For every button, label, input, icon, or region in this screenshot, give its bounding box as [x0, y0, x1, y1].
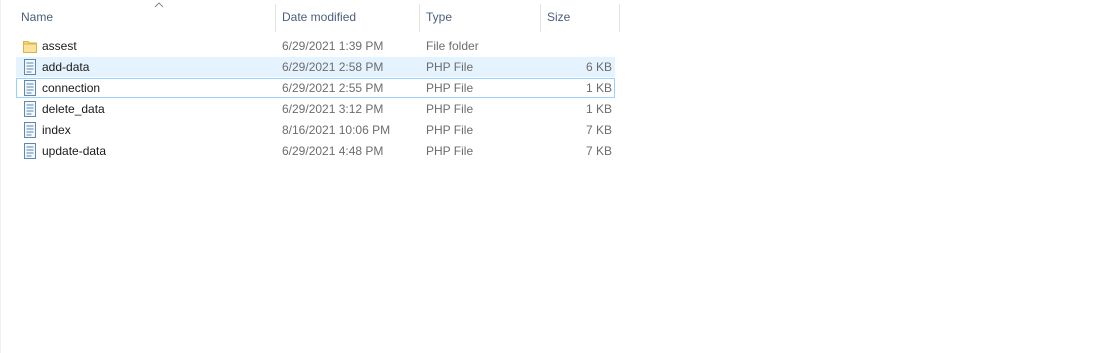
file-name: add-data — [42, 60, 90, 74]
column-header-size[interactable]: Size — [541, 0, 619, 35]
file-type: PHP File — [426, 102, 474, 116]
file-date-modified: 6/29/2021 1:39 PM — [282, 39, 384, 53]
column-header-row: Name Date modified Type Size — [1, 0, 621, 35]
php-file-icon — [24, 59, 36, 75]
file-size: 1 KB — [585, 81, 612, 95]
column-header-date-label: Date modified — [282, 10, 357, 24]
php-file-icon — [24, 80, 36, 96]
file-date-modified: 6/29/2021 2:58 PM — [282, 60, 384, 74]
file-type: PHP File — [426, 60, 474, 74]
file-row[interactable]: connection 6/29/2021 2:55 PM PHP File 1 KB — [16, 78, 615, 98]
column-divider[interactable] — [619, 4, 620, 32]
file-row[interactable]: assest 6/29/2021 1:39 PM File folder — [16, 36, 615, 56]
file-list-pane: Name Date modified Type Size assest 6/29/… — [0, 0, 1115, 353]
column-header-date-modified[interactable]: Date modified — [276, 0, 419, 35]
file-size: 6 KB — [585, 60, 612, 74]
file-date-modified: 6/29/2021 3:12 PM — [282, 102, 384, 116]
file-size: 1 KB — [585, 102, 612, 116]
file-date-modified: 8/16/2021 10:06 PM — [282, 123, 391, 137]
file-name: update-data — [42, 144, 107, 158]
file-name: assest — [42, 39, 77, 53]
file-row[interactable]: delete_data 6/29/2021 3:12 PM PHP File 1 KB — [16, 99, 615, 119]
file-type: File folder — [426, 39, 479, 53]
file-size — [541, 37, 612, 55]
file-type: PHP File — [426, 123, 474, 137]
folder-icon — [23, 41, 37, 53]
file-date-modified: 6/29/2021 2:55 PM — [282, 81, 384, 95]
column-header-name[interactable]: Name — [15, 0, 275, 35]
file-row[interactable]: update-data 6/29/2021 4:48 PM PHP File 7 KB — [16, 141, 615, 161]
file-type: PHP File — [426, 144, 474, 158]
php-file-icon — [24, 101, 36, 117]
chevron-up-icon — [154, 2, 164, 8]
column-header-size-label: Size — [547, 10, 571, 24]
file-date-modified: 6/29/2021 4:48 PM — [282, 144, 384, 158]
file-name: index — [42, 123, 71, 137]
column-header-type[interactable]: Type — [420, 0, 540, 35]
php-file-icon — [24, 122, 36, 138]
file-row[interactable]: index 8/16/2021 10:06 PM PHP File 7 KB — [16, 120, 615, 140]
column-header-name-label: Name — [21, 10, 54, 24]
file-name: connection — [42, 81, 101, 95]
file-size: 7 KB — [585, 123, 612, 137]
column-header-type-label: Type — [426, 10, 453, 24]
file-name: delete_data — [42, 102, 105, 116]
file-type: PHP File — [426, 81, 474, 95]
php-file-icon — [24, 143, 36, 159]
file-row[interactable]: add-data 6/29/2021 2:58 PM PHP File 6 KB — [16, 57, 615, 77]
file-size: 7 KB — [585, 144, 612, 158]
